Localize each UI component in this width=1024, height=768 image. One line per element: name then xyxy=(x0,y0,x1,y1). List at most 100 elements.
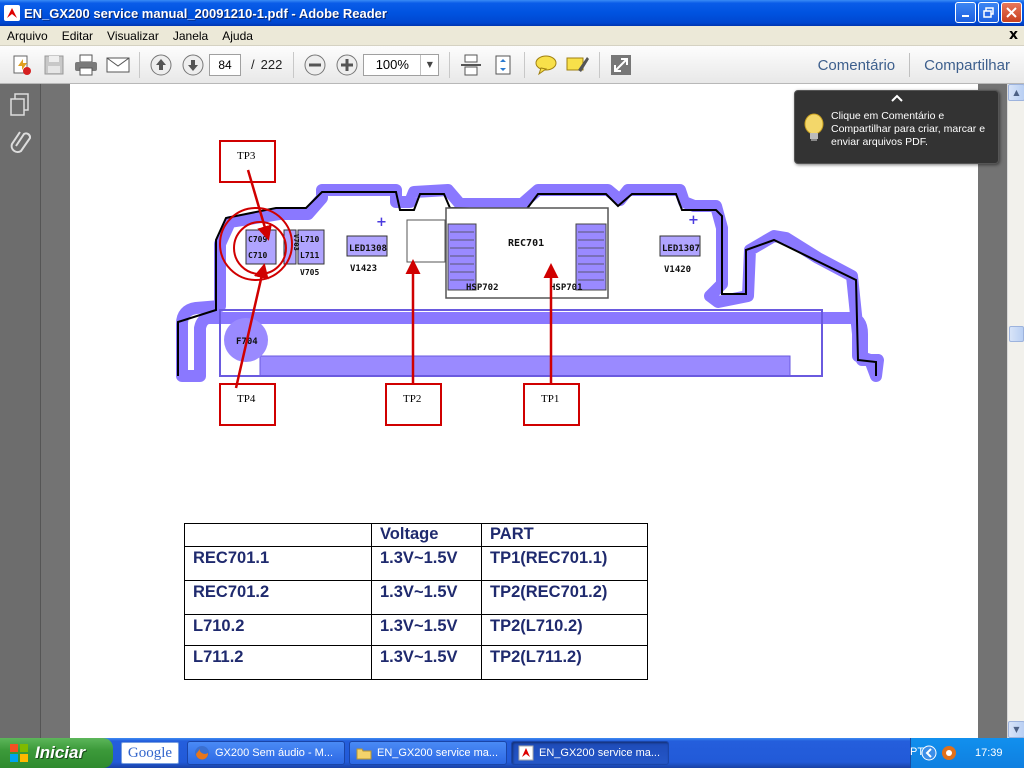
pcb-bottom-strip xyxy=(259,355,791,377)
label-v1420: V1420 xyxy=(664,265,691,275)
save-icon xyxy=(44,55,64,74)
email-button[interactable] xyxy=(104,51,132,79)
menu-arquivo[interactable]: Arquivo xyxy=(0,29,55,43)
label-c710: C710 xyxy=(248,251,267,260)
label-l711: L711 xyxy=(300,251,319,260)
label-hsp701: HSP701 xyxy=(550,283,583,293)
table-cell: 1.3V~1.5V xyxy=(371,614,482,646)
system-tray: 17:39 xyxy=(910,738,1024,768)
toolbar-separator xyxy=(599,51,601,78)
adobe-reader-icon xyxy=(4,5,20,21)
scroll-down-button[interactable]: ▼ xyxy=(1008,721,1024,738)
taskbar-item-folder[interactable]: EN_GX200 service ma... xyxy=(349,741,507,765)
highlighter-icon xyxy=(566,56,590,72)
table-row: L711.2 1.3V~1.5V TP2(L711.2) xyxy=(184,645,648,680)
arrow-up-circle-icon xyxy=(150,54,172,75)
next-page-button[interactable] xyxy=(179,51,207,79)
tp3-label: TP3 xyxy=(237,150,256,162)
task-label: GX200 Sem áudio - M... xyxy=(215,747,333,759)
table-cell: L710.2 xyxy=(184,614,372,646)
highlight-text-button[interactable] xyxy=(564,51,592,79)
windows-logo-icon xyxy=(10,744,28,762)
page-number-input[interactable]: 84 xyxy=(209,53,241,76)
pages-icon xyxy=(10,93,29,116)
expand-button[interactable] xyxy=(607,51,635,79)
document-view[interactable]: + + REC701 HSP702 HSP701 LED1308 V1423 L… xyxy=(41,84,1007,738)
scroll-thumb[interactable] xyxy=(1009,326,1024,342)
table-cell: TP1(REC701.1) xyxy=(481,546,648,581)
table-cell: TP2(L711.2) xyxy=(481,645,648,680)
chevron-up-icon[interactable] xyxy=(891,94,903,105)
menu-editar[interactable]: Editar xyxy=(55,29,100,43)
vertical-scrollbar[interactable]: ▲ ▼ xyxy=(1007,84,1024,738)
label-rec701: REC701 xyxy=(508,238,544,249)
zoom-in-button[interactable] xyxy=(333,51,361,79)
clock[interactable]: 17:39 xyxy=(975,747,1003,759)
table-row: REC701.2 1.3V~1.5V TP2(REC701.2) xyxy=(184,580,648,615)
scrolling-mode-button[interactable] xyxy=(457,51,485,79)
arrow-down-circle-icon xyxy=(182,54,204,75)
chevron-down-icon[interactable]: ▼ xyxy=(420,54,438,75)
previous-page-button[interactable] xyxy=(147,51,175,79)
menu-ajuda[interactable]: Ajuda xyxy=(215,29,260,43)
label-v705: V705 xyxy=(300,268,319,277)
tooltip-text: Clique em Comentário e Compartilhar para… xyxy=(831,110,986,148)
pdf-icon xyxy=(518,745,534,761)
toolbar-separator xyxy=(139,51,140,78)
taskbar-item-firefox[interactable]: GX200 Sem áudio - M... xyxy=(187,741,345,765)
network-icon[interactable] xyxy=(941,745,957,761)
table-cell: REC701.1 xyxy=(184,546,372,581)
comment-share-tooltip: Clique em Comentário e Compartilhar para… xyxy=(794,90,999,164)
create-pdf-button[interactable] xyxy=(8,51,36,79)
share-link[interactable]: Compartilhar xyxy=(910,57,1024,74)
toolbar-separator xyxy=(524,51,526,78)
label-led1308: LED1308 xyxy=(349,244,387,254)
tp4-label: TP4 xyxy=(237,393,256,405)
page-separator: / xyxy=(251,57,255,72)
start-button[interactable]: Iniciar xyxy=(0,738,113,768)
toolbar-separator xyxy=(449,51,451,78)
fit-page-button[interactable] xyxy=(489,51,517,79)
close-button[interactable] xyxy=(1001,2,1022,23)
table-row: REC701.1 1.3V~1.5V TP1(REC701.1) xyxy=(184,546,648,581)
minimize-button[interactable] xyxy=(955,2,976,23)
task-label: EN_GX200 service ma... xyxy=(377,747,499,759)
table-header-cell xyxy=(184,523,372,547)
print-button[interactable] xyxy=(72,51,100,79)
menu-visualizar[interactable]: Visualizar xyxy=(100,29,166,43)
toolbar-right-links: Comentário Compartilhar xyxy=(804,46,1024,84)
restore-button[interactable] xyxy=(978,2,999,23)
google-label: Google xyxy=(127,744,173,761)
pages-panel-button[interactable] xyxy=(5,90,35,120)
zoom-value: 100% xyxy=(375,57,409,72)
lightbulb-icon xyxy=(803,113,825,146)
language-indicator[interactable]: PT xyxy=(910,746,924,758)
save-button[interactable] xyxy=(40,51,68,79)
tp1-label: TP1 xyxy=(541,393,559,405)
zoom-select[interactable]: 100% ▼ xyxy=(363,53,440,76)
table-cell: 1.3V~1.5V xyxy=(371,580,482,615)
attachments-panel-button[interactable] xyxy=(5,126,35,156)
table-header-cell: PART xyxy=(481,523,648,547)
label-l710: L710 xyxy=(300,235,319,244)
close-icon xyxy=(1006,7,1017,18)
taskbar-item-adobe-reader[interactable]: EN_GX200 service ma... xyxy=(511,741,669,765)
toolbar: 84 / 222 100% ▼ Comentário Compartilhar xyxy=(0,46,1024,84)
zoom-out-button[interactable] xyxy=(301,51,329,79)
comment-link[interactable]: Comentário xyxy=(804,57,910,74)
restore-icon xyxy=(983,7,994,18)
voltage-table: Voltage PART REC701.1 1.3V~1.5V TP1(REC7… xyxy=(184,523,648,680)
toolbar-separator xyxy=(293,51,295,78)
scroll-up-button[interactable]: ▲ xyxy=(1008,84,1024,101)
menu-janela[interactable]: Janela xyxy=(166,29,215,43)
window-title: EN_GX200 service manual_20091210-1.pdf -… xyxy=(24,5,387,21)
taskbar: Iniciar Google GX200 Sem áudio - M... EN… xyxy=(0,738,1024,768)
google-toolbar[interactable]: Google xyxy=(121,742,179,764)
label-v703: V703 xyxy=(292,234,300,251)
table-cell: L711.2 xyxy=(184,645,372,680)
create-pdf-icon xyxy=(13,55,31,75)
tp2-label: TP2 xyxy=(403,393,421,405)
table-cell: TP2(L710.2) xyxy=(481,614,648,646)
document-close-button[interactable]: x xyxy=(1009,27,1018,43)
add-comment-button[interactable] xyxy=(532,51,560,79)
